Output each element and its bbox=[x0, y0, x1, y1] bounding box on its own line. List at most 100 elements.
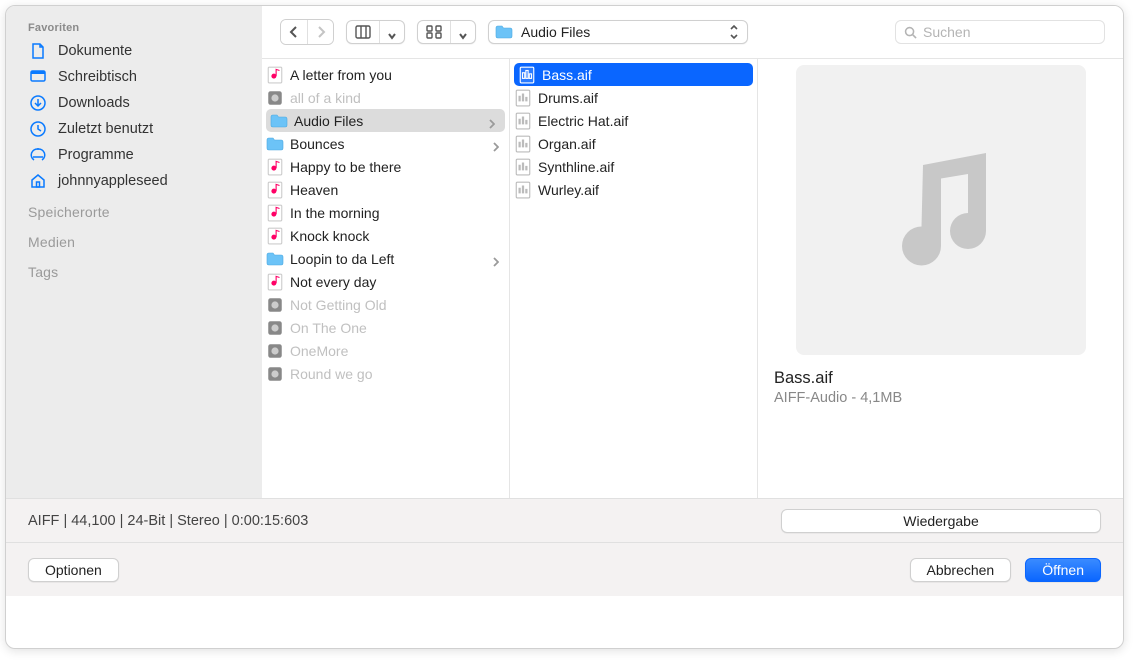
search-placeholder: Suchen bbox=[923, 24, 970, 40]
sidebar-section-media[interactable]: Medien bbox=[6, 224, 262, 254]
sidebar-item-zuletzt benutzt[interactable]: Zuletzt benutzt bbox=[6, 116, 262, 142]
open-dialog: Favoriten DokumenteSchreibtischDownloads… bbox=[5, 5, 1124, 649]
file-name: Drums.aif bbox=[538, 90, 598, 106]
apps-icon bbox=[28, 145, 48, 165]
list-item[interactable]: A letter from you bbox=[262, 63, 509, 86]
file-icon bbox=[266, 296, 284, 314]
list-item[interactable]: On The One bbox=[262, 316, 509, 339]
file-icon bbox=[266, 319, 284, 337]
sidebar-section-tags[interactable]: Tags bbox=[6, 254, 262, 284]
list-item[interactable]: Wurley.aif bbox=[510, 178, 757, 201]
file-name: Electric Hat.aif bbox=[538, 113, 628, 129]
list-item[interactable]: all of a kind bbox=[262, 86, 509, 109]
file-icon bbox=[266, 227, 284, 245]
sidebar-item-label: johnnyappleseed bbox=[58, 173, 168, 189]
path-label: Audio Files bbox=[521, 24, 719, 40]
file-name: Wurley.aif bbox=[538, 182, 599, 198]
desktop-icon bbox=[28, 67, 48, 87]
preview-filename: Bass.aif bbox=[770, 369, 1111, 388]
sidebar-item-downloads[interactable]: Downloads bbox=[6, 90, 262, 116]
file-name: Bass.aif bbox=[542, 67, 592, 83]
chevron-right-icon bbox=[489, 116, 497, 126]
preview-column: Bass.aif AIFF-Audio - 4,1MB bbox=[758, 59, 1123, 498]
list-item[interactable]: Drums.aif bbox=[510, 86, 757, 109]
file-name: OneMore bbox=[290, 343, 348, 359]
file-icon bbox=[270, 112, 288, 130]
sidebar-item-label: Programme bbox=[58, 147, 134, 163]
list-item[interactable]: Electric Hat.aif bbox=[510, 109, 757, 132]
sidebar: Favoriten DokumenteSchreibtischDownloads… bbox=[6, 6, 262, 498]
file-icon bbox=[266, 135, 284, 153]
file-icon bbox=[514, 112, 532, 130]
cancel-button[interactable]: Abbrechen bbox=[910, 558, 1012, 582]
search-icon bbox=[904, 26, 917, 39]
list-item[interactable]: OneMore bbox=[262, 339, 509, 362]
file-name: Not Getting Old bbox=[290, 297, 387, 313]
file-name: Round we go bbox=[290, 366, 373, 382]
file-name: Happy to be there bbox=[290, 159, 401, 175]
open-button[interactable]: Öffnen bbox=[1025, 558, 1101, 582]
list-item[interactable]: Heaven bbox=[262, 178, 509, 201]
list-item[interactable]: Bass.aif bbox=[514, 63, 753, 86]
list-item[interactable]: Knock knock bbox=[262, 224, 509, 247]
list-item[interactable]: Bounces bbox=[262, 132, 509, 155]
file-name: Synthline.aif bbox=[538, 159, 614, 175]
file-name: all of a kind bbox=[290, 90, 361, 106]
updown-icon bbox=[727, 23, 741, 41]
info-bar: AIFF | 44,100 | 24-Bit | Stereo | 0:00:1… bbox=[6, 498, 1123, 542]
file-icon bbox=[266, 89, 284, 107]
column-1[interactable]: A letter from you all of a kind Audio File… bbox=[262, 59, 510, 498]
list-item[interactable]: Organ.aif bbox=[510, 132, 757, 155]
list-item[interactable]: Happy to be there bbox=[262, 155, 509, 178]
path-popup[interactable]: Audio Files bbox=[488, 20, 748, 44]
view-grid-control[interactable] bbox=[417, 20, 476, 44]
clock-icon bbox=[28, 119, 48, 139]
list-item[interactable]: Loopin to da Left bbox=[262, 247, 509, 270]
footer: Optionen Abbrechen Öffnen bbox=[6, 542, 1123, 596]
forward-button[interactable] bbox=[307, 20, 333, 44]
file-icon bbox=[266, 250, 284, 268]
list-item[interactable]: Audio Files bbox=[266, 109, 505, 132]
file-name: Knock knock bbox=[290, 228, 369, 244]
file-icon bbox=[266, 158, 284, 176]
preview-meta: AIFF-Audio - 4,1MB bbox=[770, 388, 1111, 406]
options-button[interactable]: Optionen bbox=[28, 558, 119, 582]
column-2[interactable]: Bass.aif Drums.aif Electric Hat.aif Organ.a… bbox=[510, 59, 758, 498]
file-icon bbox=[266, 342, 284, 360]
nav-buttons bbox=[280, 19, 334, 45]
sidebar-item-schreibtisch[interactable]: Schreibtisch bbox=[6, 64, 262, 90]
view-columns-control[interactable] bbox=[346, 20, 405, 44]
toolbar: Audio Files Suchen bbox=[262, 6, 1123, 58]
chevron-right-icon bbox=[493, 254, 501, 264]
file-icon bbox=[266, 365, 284, 383]
audio-info: AIFF | 44,100 | 24-Bit | Stereo | 0:00:1… bbox=[28, 513, 308, 529]
sidebar-item-dokumente[interactable]: Dokumente bbox=[6, 38, 262, 64]
play-button[interactable]: Wiedergabe bbox=[781, 509, 1101, 533]
sidebar-item-johnnyappleseed[interactable]: johnnyappleseed bbox=[6, 168, 262, 194]
list-item[interactable]: Not every day bbox=[262, 270, 509, 293]
file-icon bbox=[514, 158, 532, 176]
sidebar-item-label: Zuletzt benutzt bbox=[58, 121, 153, 137]
list-item[interactable]: Synthline.aif bbox=[510, 155, 757, 178]
list-item[interactable]: Not Getting Old bbox=[262, 293, 509, 316]
back-button[interactable] bbox=[281, 20, 307, 44]
list-item[interactable]: In the morning bbox=[262, 201, 509, 224]
sidebar-section-locations[interactable]: Speicherorte bbox=[6, 194, 262, 224]
file-name: A letter from you bbox=[290, 67, 392, 83]
file-name: In the morning bbox=[290, 205, 380, 221]
file-icon bbox=[514, 135, 532, 153]
file-icon bbox=[518, 66, 536, 84]
file-icon bbox=[266, 181, 284, 199]
sidebar-item-programme[interactable]: Programme bbox=[6, 142, 262, 168]
file-icon bbox=[266, 66, 284, 84]
file-icon bbox=[266, 273, 284, 291]
column-browser: A letter from you all of a kind Audio File… bbox=[262, 58, 1123, 498]
list-item[interactable]: Round we go bbox=[262, 362, 509, 385]
sidebar-item-label: Downloads bbox=[58, 95, 130, 111]
download-icon bbox=[28, 93, 48, 113]
search-field[interactable]: Suchen bbox=[895, 20, 1105, 44]
sidebar-item-label: Schreibtisch bbox=[58, 69, 137, 85]
doc-icon bbox=[28, 41, 48, 61]
preview-thumbnail bbox=[796, 65, 1086, 355]
sidebar-item-label: Dokumente bbox=[58, 43, 132, 59]
